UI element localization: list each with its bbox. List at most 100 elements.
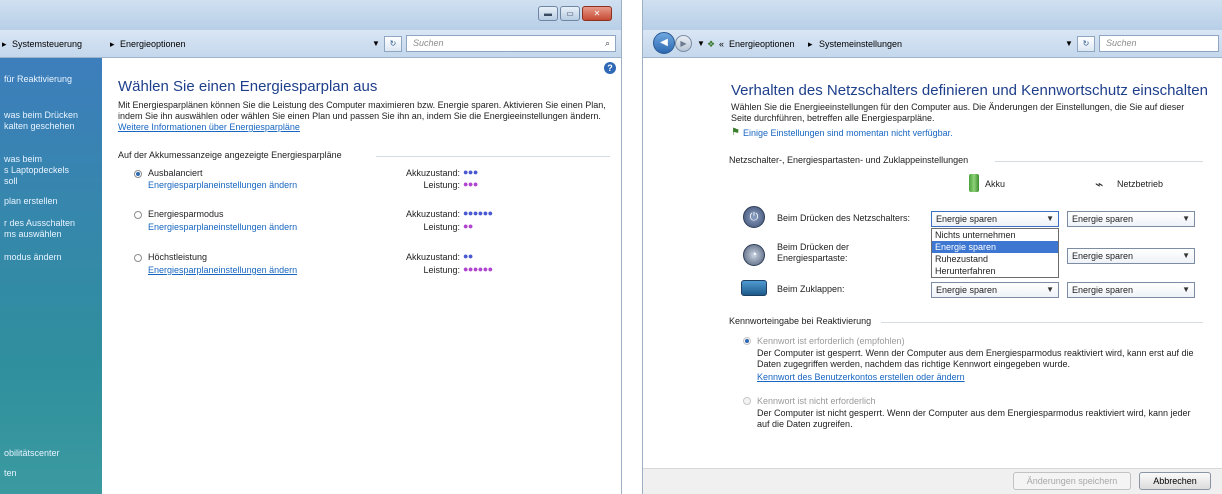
sidebar-item-reaktivierung[interactable]: für Reaktivierung xyxy=(4,74,72,85)
lid-close-icon xyxy=(741,280,767,296)
address-dropdown-arrow-icon[interactable]: ▼ xyxy=(372,36,380,52)
power-button-akku-dropdown-list: Nichts unternehmen Energie sparen Ruhezu… xyxy=(931,228,1059,278)
close-button[interactable]: ✕ xyxy=(582,6,612,21)
dropdown-option[interactable]: Ruhezustand xyxy=(932,253,1058,265)
energy-plans-window: ▬ ▭ ✕ ▸ Systemsteuerung ▸ Energieoptione… xyxy=(0,0,622,494)
akku-label: Akkuzustand: xyxy=(405,168,460,178)
chevron-down-icon: ▼ xyxy=(1182,285,1190,294)
cancel-button[interactable]: Abbrechen xyxy=(1139,472,1211,490)
leistung-rating: ●●● xyxy=(463,179,478,189)
task-sidebar: für Reaktivierung was beim Drücken kalte… xyxy=(0,58,102,494)
breadcrumb-systemeinstellungen[interactable]: Systemeinstellungen xyxy=(819,36,902,52)
plan-settings-link[interactable]: Energiesparplaneinstellungen ändern xyxy=(148,222,297,232)
password-not-required-desc: Der Computer ist nicht gesperrt. Wenn de… xyxy=(757,408,1191,429)
select-value: Energie sparen xyxy=(1072,214,1134,224)
footer-bar xyxy=(643,468,1222,494)
plan-name: Energiesparmodus xyxy=(148,209,224,219)
right-titlebar xyxy=(643,0,1222,30)
chevron-down-icon: ▼ xyxy=(1046,214,1054,223)
dropdown-option[interactable]: Nichts unternehmen xyxy=(932,229,1058,241)
sidebar-item-modus-aendern[interactable]: modus ändern xyxy=(4,252,62,263)
leistung-label: Leistung: xyxy=(423,265,460,275)
password-not-required-radio[interactable] xyxy=(743,397,751,405)
system-settings-window: ◀ ▶ ▼ ❖ « Energieoptionen ▸ Systemeinste… xyxy=(642,0,1222,494)
password-not-required-label: Kennwort ist nicht erforderlich xyxy=(757,396,876,406)
column-header-akku: Akku xyxy=(985,179,1006,189)
breadcrumb-sep: ▸ xyxy=(2,39,7,49)
power-button-akku-select[interactable]: Energie sparen ▼ xyxy=(931,211,1059,227)
select-value: Energie sparen xyxy=(1072,251,1134,261)
akku-label: Akkuzustand: xyxy=(405,252,460,262)
sidebar-item-ausschalten[interactable]: r des Ausschalten ms auswählen xyxy=(4,218,75,240)
refresh-button[interactable]: ↻ xyxy=(1077,36,1095,52)
sidebar-item-netzschalter[interactable]: was beim Drücken kalten geschehen xyxy=(4,110,78,132)
dropdown-option[interactable]: Herunterfahren xyxy=(932,265,1058,277)
breadcrumb-sep: ▸ xyxy=(110,39,115,49)
password-required-label: Kennwort ist erforderlich (empfohlen) xyxy=(757,336,905,346)
breadcrumb-energieoptionen[interactable]: Energieoptionen xyxy=(729,36,795,52)
sidebar-item-laptopdeckel[interactable]: was beim s Laptopdeckels soll xyxy=(4,154,69,187)
search-input[interactable]: Suchen xyxy=(1099,35,1219,52)
save-changes-button[interactable]: Änderungen speichern xyxy=(1013,472,1131,490)
plan-settings-link[interactable]: Energiesparplaneinstellungen ändern xyxy=(148,265,297,275)
shield-icon: ⚑ xyxy=(731,127,740,138)
leistung-label: Leistung: xyxy=(423,180,460,190)
page-title: Wählen Sie einen Energiesparplan aus xyxy=(118,78,378,95)
window-gap xyxy=(622,0,642,494)
history-dropdown-icon[interactable]: ▼ xyxy=(697,36,705,52)
plan-settings-link[interactable]: Energiesparplaneinstellungen ändern xyxy=(148,180,297,190)
plan-radio-ausbalanciert[interactable] xyxy=(134,170,142,178)
leistung-rating: ●●●●●● xyxy=(463,264,493,274)
search-icon[interactable]: ⌕ xyxy=(605,36,610,51)
chevron-down-icon: ▼ xyxy=(1182,214,1190,223)
sidebar-item-mobilitaetscenter[interactable]: obilitätscenter xyxy=(4,448,60,459)
intro-text-body: Mit Energiesparplänen können Sie die Lei… xyxy=(118,100,606,121)
plan-radio-energiesparmodus[interactable] xyxy=(134,211,142,219)
section-header-plans: Auf der Akkumessanzeige angezeigte Energ… xyxy=(118,150,342,160)
password-required-radio[interactable] xyxy=(743,337,751,345)
left-titlebar: ▬ ▭ ✕ xyxy=(0,0,621,30)
akku-rating: ●●● xyxy=(463,167,478,177)
chevron-down-icon: ▼ xyxy=(1182,251,1190,260)
breadcrumb-systemsteuerung[interactable]: Systemsteuerung xyxy=(12,36,82,52)
sidebar-item-ten[interactable]: ten xyxy=(4,468,17,479)
akku-rating: ●● xyxy=(463,251,473,261)
row-label-lid: Beim Zuklappen: xyxy=(777,284,845,294)
plan-name: Höchstleistung xyxy=(148,252,208,262)
row-label-power-button: Beim Drücken des Netzschalters: xyxy=(777,213,911,223)
sleep-button-netz-select[interactable]: Energie sparen ▼ xyxy=(1067,248,1195,264)
plan-radio-hoechstleistung[interactable] xyxy=(134,254,142,262)
maximize-button[interactable]: ▭ xyxy=(560,6,580,21)
column-header-netzbetrieb: Netzbetrieb xyxy=(1117,179,1164,189)
forward-button[interactable]: ▶ xyxy=(675,35,692,52)
minimize-button[interactable]: ▬ xyxy=(538,6,558,21)
battery-icon xyxy=(969,174,979,192)
plan-name: Ausbalanciert xyxy=(148,168,203,178)
search-input[interactable]: Suchen ⌕ xyxy=(406,35,616,52)
back-button[interactable]: ◀ xyxy=(653,32,675,54)
sleep-button-icon: ◔ xyxy=(743,244,765,266)
info-link[interactable]: Weitere Informationen über Energiesparpl… xyxy=(118,122,300,132)
lid-akku-select[interactable]: Energie sparen ▼ xyxy=(931,282,1059,298)
page-title: Verhalten des Netzschalters definieren u… xyxy=(731,82,1208,99)
power-button-icon: ⏻ xyxy=(743,206,765,228)
select-value: Energie sparen xyxy=(1072,285,1134,295)
help-icon[interactable]: ? xyxy=(604,62,616,74)
power-button-netz-select[interactable]: Energie sparen ▼ xyxy=(1067,211,1195,227)
section-header-buttons: Netzschalter-, Energiespartasten- und Zu… xyxy=(729,155,969,165)
sidebar-item-plan-erstellen[interactable]: plan erstellen xyxy=(4,196,58,207)
select-value: Energie sparen xyxy=(936,285,998,295)
breadcrumb-energieoptionen[interactable]: Energieoptionen xyxy=(120,36,186,52)
refresh-button[interactable]: ↻ xyxy=(384,36,402,52)
control-panel-icon: ❖ xyxy=(707,39,716,49)
dropdown-option-selected[interactable]: Energie sparen xyxy=(932,241,1058,253)
akku-rating: ●●●●●● xyxy=(463,208,493,218)
unavailable-settings-link[interactable]: Einige Einstellungen sind momentan nicht… xyxy=(743,128,953,138)
breadcrumb-overflow-icon[interactable]: « xyxy=(719,36,724,52)
power-plug-icon: ⌁ xyxy=(1095,176,1104,192)
intro-text: Wählen Sie die Energieeinstellungen für … xyxy=(731,102,1185,123)
address-dropdown-arrow-icon[interactable]: ▼ xyxy=(1065,36,1073,52)
account-password-link[interactable]: Kennwort des Benutzerkontos erstellen od… xyxy=(757,372,965,382)
section-divider xyxy=(881,322,1203,323)
lid-netz-select[interactable]: Energie sparen ▼ xyxy=(1067,282,1195,298)
